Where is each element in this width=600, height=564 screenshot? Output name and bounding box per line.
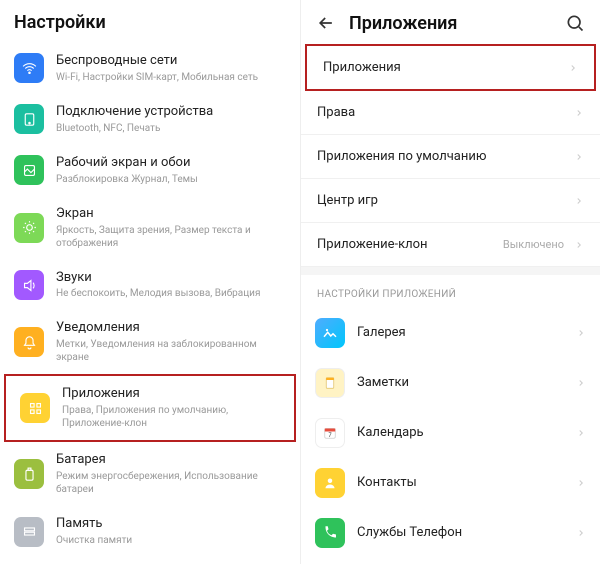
app-item-phone[interactable]: Службы Телефон xyxy=(301,508,600,558)
settings-item-storage[interactable]: Память Очистка памяти xyxy=(0,506,300,557)
settings-item-digital-balance[interactable]: Цифровой баланс xyxy=(0,557,300,564)
bell-icon xyxy=(14,327,44,357)
apps-pane: Приложения Приложения Права Приложения п… xyxy=(300,0,600,564)
settings-pane: Настройки Беспроводные сети Wi-Fi, Настр… xyxy=(0,0,300,564)
chevron-right-icon xyxy=(574,152,584,162)
settings-item-wireless[interactable]: Беспроводные сети Wi-Fi, Настройки SIM-к… xyxy=(0,43,300,94)
app-settings-section-header: НАСТРОЙКИ ПРИЛОЖЕНИЙ xyxy=(301,275,600,308)
calendar-icon: 7 xyxy=(315,418,345,448)
app-item-contacts[interactable]: Контакты xyxy=(301,458,600,508)
apps-row-apps[interactable]: Приложения xyxy=(305,44,596,91)
apps-list: Приложения Права Приложения по умолчанию… xyxy=(301,44,600,564)
chevron-right-icon xyxy=(576,428,586,438)
apps-row-app-twin[interactable]: Приложение-клон Выключено xyxy=(301,223,600,267)
settings-item-notifications[interactable]: Уведомления Метки, Уведомления на заблок… xyxy=(0,310,300,374)
link-icon xyxy=(14,104,44,134)
notes-icon xyxy=(315,368,345,398)
settings-item-home-wallpaper[interactable]: Рабочий экран и обои Разблокировка Журна… xyxy=(0,145,300,196)
chevron-right-icon xyxy=(576,378,586,388)
settings-list: Беспроводные сети Wi-Fi, Настройки SIM-к… xyxy=(0,43,300,564)
grid-icon xyxy=(20,393,50,423)
settings-item-sounds[interactable]: Звуки Не беспокоить, Мелодия вызова, Виб… xyxy=(0,260,300,311)
phone-icon xyxy=(315,518,345,548)
app-item-calendar[interactable]: 7 Календарь xyxy=(301,408,600,458)
wifi-icon xyxy=(14,53,44,83)
brightness-icon xyxy=(14,213,44,243)
chevron-right-icon xyxy=(574,196,584,206)
chevron-right-icon xyxy=(576,328,586,338)
settings-header: Настройки xyxy=(0,0,300,43)
gallery-icon xyxy=(315,318,345,348)
app-item-notes[interactable]: Заметки xyxy=(301,358,600,408)
settings-item-apps[interactable]: Приложения Права, Приложения по умолчани… xyxy=(4,374,296,442)
chevron-right-icon xyxy=(574,240,584,250)
apps-row-default-apps[interactable]: Приложения по умолчанию xyxy=(301,135,600,179)
chevron-right-icon xyxy=(576,478,586,488)
settings-item-battery[interactable]: Батарея Режим энергосбережения, Использо… xyxy=(0,442,300,506)
settings-title: Настройки xyxy=(14,12,286,33)
apps-header: Приложения xyxy=(301,0,600,44)
battery-icon xyxy=(14,459,44,489)
search-button[interactable] xyxy=(564,12,586,34)
apps-title: Приложения xyxy=(349,13,552,34)
chevron-right-icon xyxy=(574,108,584,118)
chevron-right-icon xyxy=(576,528,586,538)
storage-icon xyxy=(14,517,44,547)
settings-item-device-connection[interactable]: Подключение устройства Bluetooth, NFC, П… xyxy=(0,94,300,145)
back-button[interactable] xyxy=(315,12,337,34)
contacts-icon xyxy=(315,468,345,498)
sound-icon xyxy=(14,270,44,300)
section-separator xyxy=(301,267,600,275)
settings-item-display[interactable]: Экран Яркость, Защита зрения, Размер тек… xyxy=(0,196,300,260)
chevron-right-icon xyxy=(568,63,578,73)
display-icon xyxy=(14,155,44,185)
app-item-gallery[interactable]: Галерея xyxy=(301,308,600,358)
apps-row-permissions[interactable]: Права xyxy=(301,91,600,135)
apps-row-game-center[interactable]: Центр игр xyxy=(301,179,600,223)
app-twin-value: Выключено xyxy=(503,238,564,251)
